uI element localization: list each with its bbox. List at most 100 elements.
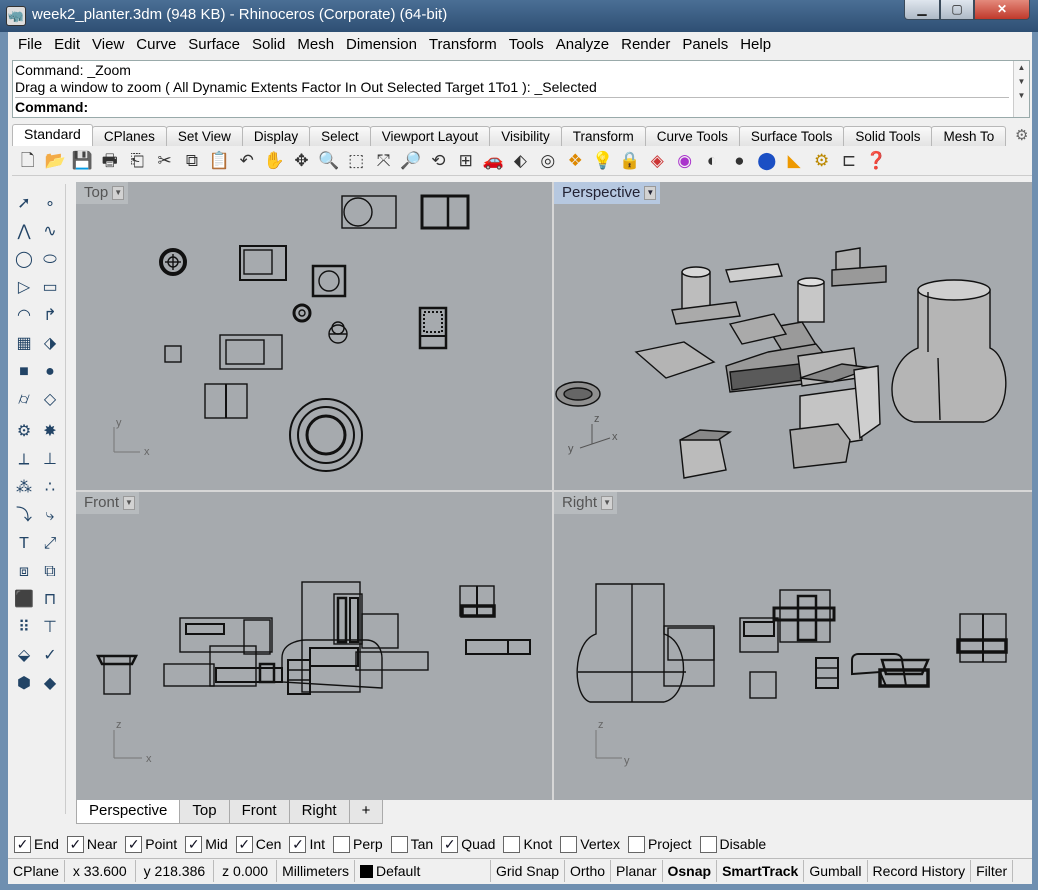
menu-analyze[interactable]: Analyze — [550, 32, 615, 58]
viewport-label-top[interactable]: Top ▼ — [76, 182, 129, 204]
transform-gear-icon[interactable]: ⚙ — [12, 420, 36, 444]
solid-box-icon[interactable]: ⬛ — [12, 588, 36, 612]
osnap-checkbox[interactable] — [333, 835, 351, 853]
planar-toggle[interactable]: Planar — [611, 859, 663, 882]
scale-icon[interactable]: ⤢ — [38, 532, 62, 556]
zoom-dynamic-icon[interactable]: 🔍 — [317, 149, 341, 173]
render-material-icon[interactable]: ◆ — [38, 672, 62, 696]
menu-file[interactable]: File — [12, 32, 48, 58]
ellipse-icon[interactable]: ⬭ — [38, 248, 62, 272]
osnap-perp[interactable]: Perp — [333, 835, 383, 853]
curve-icon[interactable]: ∿ — [38, 220, 62, 244]
minimize-button[interactable]: ▁ — [904, 0, 940, 20]
grid-array-icon[interactable]: ⠿ — [12, 616, 36, 640]
sphere-icon[interactable]: ● — [38, 360, 62, 384]
explode-icon[interactable]: ✸ — [38, 420, 62, 444]
record-history-toggle[interactable]: Record History — [868, 859, 972, 882]
print-icon[interactable]: 🖶 — [98, 149, 122, 173]
osnap-checkbox[interactable]: ✓ — [185, 835, 203, 853]
osnap-disable[interactable]: Disable — [699, 835, 766, 853]
viewport-tab-top[interactable]: Top — [179, 800, 230, 824]
chevron-down-icon[interactable]: ▼ — [112, 186, 125, 200]
chevron-down-icon[interactable]: ▼ — [601, 496, 614, 510]
menu-edit[interactable]: Edit — [48, 32, 86, 58]
import-icon[interactable]: ⎗ — [125, 149, 149, 173]
boolean-difference-icon[interactable]: ∴ — [38, 476, 62, 500]
lock-icon[interactable]: 🔒 — [618, 149, 642, 173]
smarttrack-toggle[interactable]: SmartTrack — [717, 859, 805, 882]
cut-icon[interactable]: ✂ — [153, 149, 177, 173]
material-icon[interactable]: ◣ — [782, 149, 806, 173]
wireframe-sphere-icon[interactable]: ◐ — [700, 149, 724, 173]
ortho-toggle[interactable]: Ortho — [565, 859, 612, 882]
viewport-label-perspective[interactable]: Perspective ▼ — [554, 182, 661, 204]
chevron-down-icon[interactable]: ▼ — [123, 496, 136, 510]
circle-icon[interactable]: ◯ — [12, 248, 36, 272]
align-icon[interactable]: ⊤ — [38, 616, 62, 640]
right-viewport[interactable]: z y Right ▼ — [554, 492, 1032, 800]
fillet-icon[interactable]: ↱ — [38, 304, 62, 328]
tab-set-view[interactable]: Set View — [165, 126, 243, 146]
menu-solid[interactable]: Solid — [246, 32, 291, 58]
maximize-button[interactable]: ▢ — [940, 0, 974, 20]
viewport-label-front[interactable]: Front ▼ — [76, 492, 140, 514]
osnap-checkbox[interactable] — [560, 835, 578, 853]
gear-icon[interactable]: ⚙ — [1015, 126, 1028, 144]
boolean-union-icon[interactable]: ⁂ — [12, 476, 36, 500]
osnap-icon[interactable]: ◎ — [536, 149, 560, 173]
shaded-sphere-icon[interactable]: ● — [727, 149, 751, 173]
tab-cplanes[interactable]: CPlanes — [91, 126, 167, 146]
osnap-near[interactable]: ✓ Near — [66, 835, 117, 853]
osnap-tan[interactable]: Tan — [390, 835, 433, 853]
undo-icon[interactable]: ↶ — [235, 149, 259, 173]
pan-hand-icon[interactable]: ✋ — [262, 149, 286, 173]
copy-icon[interactable]: ⧉ — [180, 149, 204, 173]
menu-panels[interactable]: Panels — [676, 32, 734, 58]
osnap-vertex[interactable]: Vertex — [560, 835, 620, 853]
arc-icon[interactable]: ◠ — [12, 304, 36, 328]
osnap-point[interactable]: ✓ Point — [125, 835, 177, 853]
mirror-icon[interactable]: ⧉ — [38, 560, 62, 584]
color-wheel-icon[interactable]: ◉ — [673, 149, 697, 173]
osnap-toggle[interactable]: Osnap — [663, 859, 718, 882]
tab-visibility[interactable]: Visibility — [489, 126, 562, 146]
osnap-checkbox[interactable]: ✓ — [289, 835, 307, 853]
cplane-indicator[interactable]: CPlane — [8, 859, 65, 882]
osnap-project[interactable]: Project — [627, 835, 692, 853]
point-icon[interactable]: ∘ — [38, 192, 62, 216]
osnap-int[interactable]: ✓ Int — [289, 835, 325, 853]
front-viewport[interactable]: z x Front ▼ — [76, 492, 552, 800]
open-folder-icon[interactable]: 📂 — [43, 149, 67, 173]
layers-icon[interactable]: ◈ — [645, 149, 669, 173]
new-file-icon[interactable]: 🗋 — [16, 149, 40, 173]
menu-transform[interactable]: Transform — [423, 32, 503, 58]
units-indicator[interactable]: Millimeters — [277, 859, 355, 882]
render-sphere-icon[interactable]: ⬤ — [755, 149, 779, 173]
construction-plane-icon[interactable]: ⬖ — [508, 149, 532, 173]
osnap-end[interactable]: ✓ End — [14, 835, 59, 853]
tab-solid-tools[interactable]: Solid Tools — [843, 126, 933, 146]
gumball-toggle[interactable]: Gumball — [804, 859, 868, 882]
polyline-icon[interactable]: ⋀ — [12, 220, 36, 244]
chevron-down-icon[interactable]: ▼ — [644, 186, 657, 200]
loft-icon[interactable]: ◇ — [38, 388, 62, 412]
car-icon[interactable]: 🚗 — [481, 149, 505, 173]
tab-standard[interactable]: Standard — [12, 124, 93, 146]
filter-button[interactable]: Filter — [971, 859, 1014, 882]
options-gear-icon[interactable]: ⚙ — [810, 149, 834, 173]
osnap-checkbox[interactable] — [699, 835, 717, 853]
rhino-icon[interactable]: 🦏 — [6, 6, 26, 26]
osnap-checkbox[interactable]: ✓ — [14, 835, 31, 853]
top-viewport[interactable]: y x Top ▼ — [76, 182, 552, 490]
menu-curve[interactable]: Curve — [130, 32, 182, 58]
tab-mesh-tools[interactable]: Mesh To — [931, 126, 1007, 146]
box-icon[interactable]: ■ — [12, 360, 36, 384]
osnap-checkbox[interactable]: ✓ — [66, 835, 84, 853]
viewport-tab-right[interactable]: Right — [288, 800, 350, 824]
array-icon[interactable]: ⧈ — [12, 560, 36, 584]
tab-curve-tools[interactable]: Curve Tools — [644, 126, 740, 146]
light-bulb-icon[interactable]: 💡 — [591, 149, 615, 173]
cylinder-icon[interactable]: ⌭ — [12, 388, 36, 412]
osnap-checkbox[interactable]: ✓ — [441, 835, 459, 853]
menu-help[interactable]: Help — [734, 32, 777, 58]
